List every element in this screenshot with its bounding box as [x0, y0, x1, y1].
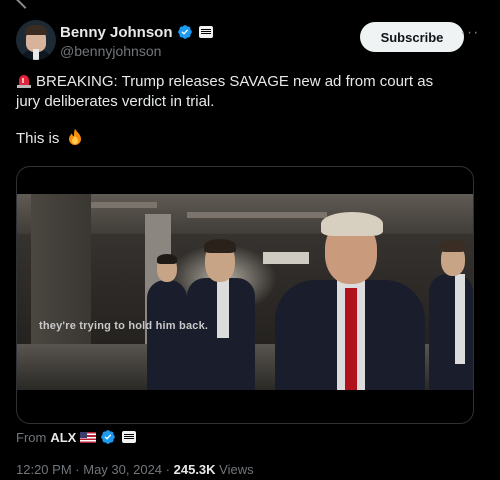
tweet-text: BREAKING: Trump releases SAVAGE new ad f…	[16, 72, 476, 149]
separator: ·	[75, 462, 80, 477]
verified-badge-icon	[177, 25, 192, 39]
previous-tweet-sliver	[0, 0, 500, 9]
tweet-text-line2: jury deliberates verdict in trial.	[16, 93, 215, 110]
source-affiliate-badge-icon	[122, 431, 137, 443]
views-count: 245.3K	[173, 462, 216, 477]
more-options-icon[interactable]: ···	[458, 25, 482, 46]
author-info: Benny Johnson @bennyjohnson	[60, 22, 213, 59]
video-caption: they're trying to hold him back.	[39, 320, 209, 332]
subscribe-button[interactable]: Subscribe	[360, 22, 464, 52]
media-source: From ALX	[16, 428, 137, 446]
tweet-date[interactable]: May 30, 2024	[83, 462, 162, 477]
author-display-name[interactable]: Benny Johnson	[60, 24, 173, 41]
fire-icon	[68, 129, 81, 145]
avatar[interactable]	[16, 20, 56, 60]
separator: ·	[165, 462, 170, 477]
source-name[interactable]: ALX	[50, 430, 76, 445]
tweet-text-line3: This is	[16, 130, 60, 147]
rotating-light-icon	[17, 75, 31, 88]
person-agent	[187, 239, 255, 390]
back-arrow-icon[interactable]	[15, 0, 35, 9]
tweet-text-line1: BREAKING: Trump releases SAVAGE new ad f…	[36, 73, 434, 90]
video-player[interactable]: they're trying to hold him back.	[17, 194, 473, 390]
affiliate-badge-icon	[198, 26, 213, 38]
views-label: Views	[219, 462, 254, 477]
person-right	[429, 240, 473, 390]
us-flag-icon	[80, 431, 97, 443]
from-label: From	[16, 429, 47, 445]
author-handle[interactable]: @bennyjohnson	[60, 43, 213, 59]
tweet-time[interactable]: 12:20 PM	[16, 462, 72, 477]
person-trump	[275, 208, 425, 390]
media-card[interactable]: they're trying to hold him back.	[16, 166, 474, 424]
tweet-metadata: 12:20 PM · May 30, 2024 · 245.3K Views	[16, 462, 254, 477]
source-verified-badge-icon	[101, 430, 116, 444]
tweet-header: Benny Johnson @bennyjohnson Subscribe ··…	[16, 20, 486, 62]
